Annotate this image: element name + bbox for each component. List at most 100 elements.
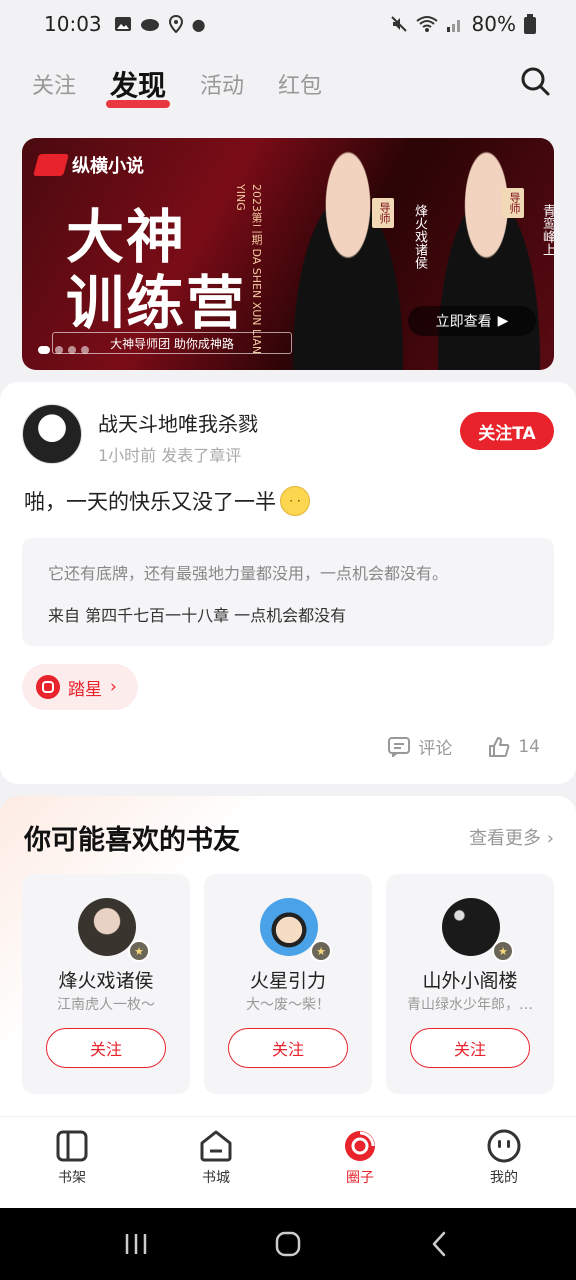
banner-title-line2: 训练营 (66, 269, 247, 337)
carousel-dot (55, 346, 63, 354)
nav-label: 书城 (202, 1170, 230, 1186)
follow-button[interactable]: 关注 (410, 1028, 530, 1068)
carousel-dot (81, 346, 89, 354)
brand-logo: 纵横小说 (33, 152, 144, 178)
nav-label: 书架 (58, 1170, 86, 1186)
mentor-tag-1: 导师 (372, 198, 394, 228)
search-icon[interactable] (520, 66, 550, 96)
status-bar: 10:03 ● 80% (0, 0, 576, 48)
level-badge-icon: ★ (128, 940, 150, 962)
banner-cta-button[interactable]: 立即查看 ▶ (408, 306, 536, 336)
book-tag-pill[interactable]: 踏星 › (22, 664, 138, 710)
see-more-label: 查看更多 (469, 828, 542, 849)
back-icon[interactable] (426, 1230, 454, 1258)
top-tabs: 关注 发现 活动 红包 (0, 52, 576, 116)
follow-button[interactable]: 关注 (228, 1028, 348, 1068)
more-dot-icon: ● (191, 14, 206, 34)
mentor-name-2: 青鸾峰上 (540, 204, 554, 256)
chevron-right-icon: › (110, 677, 117, 697)
quote-text: 它还有底牌，还有最强地力量都没用，一点机会都没有。 (48, 564, 449, 583)
banner-cta-label: 立即查看 (435, 314, 492, 330)
profile-face-icon (487, 1129, 521, 1163)
follow-ta-button[interactable]: 关注TA (460, 412, 554, 450)
friend-desc: 江南虎人一枚～ (57, 997, 155, 1013)
level-badge-icon: ★ (492, 940, 514, 962)
friend-name: 烽火戏诸侯 (58, 970, 154, 992)
carousel-dot (38, 346, 50, 354)
friend-avatar[interactable]: ★ (442, 898, 514, 962)
nav-circle[interactable]: 圈子 (288, 1117, 432, 1208)
post-text: 啪，一天的快乐又没了一半 (24, 490, 276, 514)
signal-icon (446, 20, 460, 32)
circle-logo-icon (36, 675, 60, 699)
recent-apps-icon[interactable] (122, 1230, 150, 1258)
friend-avatar[interactable]: ★ (260, 898, 332, 962)
mute-icon (390, 16, 407, 32)
tab-activity[interactable]: 活动 (200, 68, 244, 100)
friend-name: 火星引力 (249, 970, 326, 992)
comment-icon (388, 736, 411, 757)
status-time: 10:03 (44, 12, 102, 36)
quote-source: 来自 第四千七百一十八章 一点机会都没有 (48, 606, 347, 625)
recommended-friends: 你可能喜欢的书友 查看更多 › ★ 烽火戏诸侯 江南虎人一枚～ 关注 ★ 火星引… (0, 796, 576, 1116)
bottom-nav: 书架 书城 圈子 我的 (0, 1116, 576, 1208)
brand-name: 纵横小说 (72, 156, 144, 177)
user-avatar[interactable] (22, 404, 82, 464)
post-username[interactable]: 战天斗地唯我杀戮 (98, 408, 258, 437)
friend-desc: 青山绿水少年郎，… (407, 997, 533, 1013)
tab-discover[interactable]: 发现 (106, 64, 171, 108)
post-content[interactable]: 啪，一天的快乐又没了一半 · · (24, 486, 310, 516)
post-actions: 评论 14 (388, 734, 540, 759)
nav-bookshelf[interactable]: 书架 (0, 1117, 144, 1208)
book-tag-label: 踏星 (68, 679, 102, 700)
comment-button[interactable]: 评论 (388, 734, 452, 759)
tab-red-packet[interactable]: 红包 (278, 68, 322, 100)
horse-logo-icon (33, 154, 69, 176)
nav-label: 圈子 (346, 1170, 374, 1186)
battery-percent: 80% (471, 12, 516, 36)
thumbs-up-icon (489, 736, 510, 757)
system-status: 80% (390, 12, 536, 36)
nav-profile[interactable]: 我的 (432, 1117, 576, 1208)
comment-label: 评论 (418, 739, 453, 759)
circle-community-icon (345, 1131, 375, 1161)
home-icon[interactable] (274, 1230, 302, 1258)
bookstore-icon (200, 1130, 232, 1162)
level-badge-icon: ★ (310, 940, 332, 962)
system-nav-bar (0, 1208, 576, 1280)
tab-follow[interactable]: 关注 (32, 68, 76, 100)
notification-icons: ● (114, 15, 206, 34)
carousel-dots (38, 346, 89, 354)
carousel-dot (68, 346, 76, 354)
mentor-photo-2 (424, 150, 554, 370)
wifi-icon (415, 16, 438, 32)
friend-card[interactable]: ★ 火星引力 大～废～柴！ 关注 (204, 874, 372, 1094)
friend-card[interactable]: ★ 山外小阁楼 青山绿水少年郎，… 关注 (386, 874, 554, 1094)
nav-label: 我的 (490, 1170, 518, 1186)
mentor-tag-2: 导师 (502, 188, 524, 218)
post-card: 战天斗地唯我杀戮 1小时前 发表了章评 关注TA 啪，一天的快乐又没了一半 · … (0, 382, 576, 784)
sad-face-emoji-icon: · · (280, 486, 310, 516)
bookshelf-icon (56, 1130, 88, 1162)
section-title: 你可能喜欢的书友 (24, 825, 240, 856)
cloud-icon (140, 19, 159, 31)
nav-bookstore[interactable]: 书城 (144, 1117, 288, 1208)
post-meta: 1小时前 发表了章评 (98, 446, 242, 465)
mentor-photo-1 (278, 150, 418, 370)
chapter-quote[interactable]: 它还有底牌，还有最强地力量都没用，一点机会都没有。 来自 第四千七百一十八章 一… (22, 538, 554, 646)
promo-banner[interactable]: 纵横小说 大神 训练营 2023第二期 DA SHEN XUN LIAN YIN… (22, 138, 554, 370)
friend-name: 山外小阁楼 (422, 970, 518, 992)
chevron-right-icon: › (546, 828, 554, 849)
see-more-link[interactable]: 查看更多 › (469, 824, 554, 850)
battery-icon (524, 14, 536, 34)
follow-button[interactable]: 关注 (46, 1028, 166, 1068)
friend-desc: 大～废～柴！ (246, 997, 330, 1013)
gallery-icon (114, 17, 131, 31)
like-count: 14 (518, 736, 540, 757)
like-button[interactable]: 14 (488, 734, 540, 759)
mentor-name-1: 烽火戏诸侯 (412, 204, 427, 269)
friend-card[interactable]: ★ 烽火戏诸侯 江南虎人一枚～ 关注 (22, 874, 190, 1094)
location-icon (168, 15, 183, 33)
play-arrow-icon: ▶ (497, 313, 509, 329)
friend-avatar[interactable]: ★ (78, 898, 150, 962)
